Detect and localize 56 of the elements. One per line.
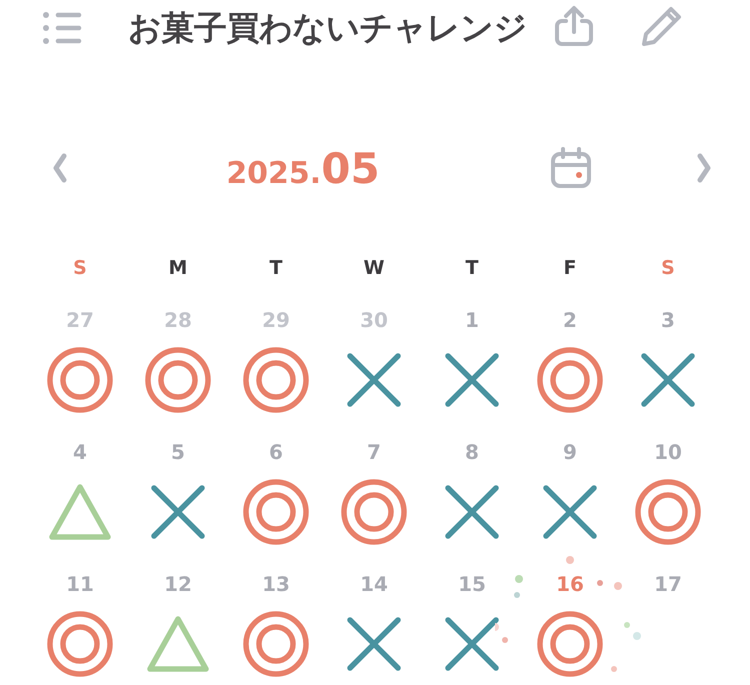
day-number[interactable]: 6	[269, 432, 283, 472]
day-number[interactable]: 4	[73, 432, 87, 472]
pencil-icon[interactable]	[641, 5, 683, 47]
weekday-label: S	[72, 256, 88, 281]
day-number[interactable]: 13	[262, 564, 290, 604]
cross-icon	[444, 352, 500, 408]
weekday-label: T	[464, 256, 480, 281]
double-circle-icon	[47, 347, 113, 413]
weekday-label: S	[660, 256, 676, 281]
day-number[interactable]: 7	[367, 432, 381, 472]
double-circle-icon	[145, 347, 211, 413]
cross-icon	[346, 616, 402, 672]
day-number[interactable]: 2	[563, 300, 577, 340]
double-circle-icon	[635, 479, 701, 545]
cross-icon	[444, 484, 500, 540]
day-number[interactable]: 3	[661, 300, 675, 340]
weekday-label: T	[268, 256, 284, 281]
triangle-icon	[48, 483, 112, 541]
day-number[interactable]: 30	[360, 300, 388, 340]
weekday-label: W	[362, 256, 386, 281]
cross-icon	[150, 484, 206, 540]
double-circle-icon	[47, 611, 113, 677]
double-circle-icon	[537, 347, 603, 413]
weekday-label: M	[168, 256, 188, 281]
day-number[interactable]: 16	[556, 564, 584, 604]
double-circle-icon	[243, 611, 309, 677]
month-label: 2025.05	[225, 144, 381, 192]
day-number[interactable]: 9	[563, 432, 577, 472]
triangle-icon	[146, 615, 210, 673]
double-circle-icon	[341, 479, 407, 545]
cross-icon	[542, 484, 598, 540]
day-number[interactable]: 11	[66, 564, 94, 604]
day-number[interactable]: 10	[654, 432, 682, 472]
menu-icon[interactable]	[42, 11, 82, 45]
day-number[interactable]: 14	[360, 564, 388, 604]
day-number[interactable]: 29	[262, 300, 290, 340]
cross-icon	[444, 616, 500, 672]
next-month-icon[interactable]	[696, 153, 712, 183]
day-number[interactable]: 28	[164, 300, 192, 340]
weekday-label: F	[562, 256, 578, 281]
day-number[interactable]: 8	[465, 432, 479, 472]
day-number[interactable]: 1	[465, 300, 479, 340]
day-number[interactable]: 27	[66, 300, 94, 340]
day-number[interactable]: 12	[164, 564, 192, 604]
day-number[interactable]: 15	[458, 564, 486, 604]
share-icon[interactable]	[553, 5, 595, 47]
cross-icon	[346, 352, 402, 408]
double-circle-icon	[243, 347, 309, 413]
cross-icon	[640, 352, 696, 408]
calendar-icon[interactable]	[550, 147, 592, 189]
app-title: お菓子買わないチャレンジ	[128, 6, 527, 48]
day-number[interactable]: 5	[171, 432, 185, 472]
previous-month-icon[interactable]	[52, 153, 68, 183]
day-number[interactable]: 17	[654, 564, 682, 604]
double-circle-icon	[537, 611, 603, 677]
double-circle-icon	[243, 479, 309, 545]
